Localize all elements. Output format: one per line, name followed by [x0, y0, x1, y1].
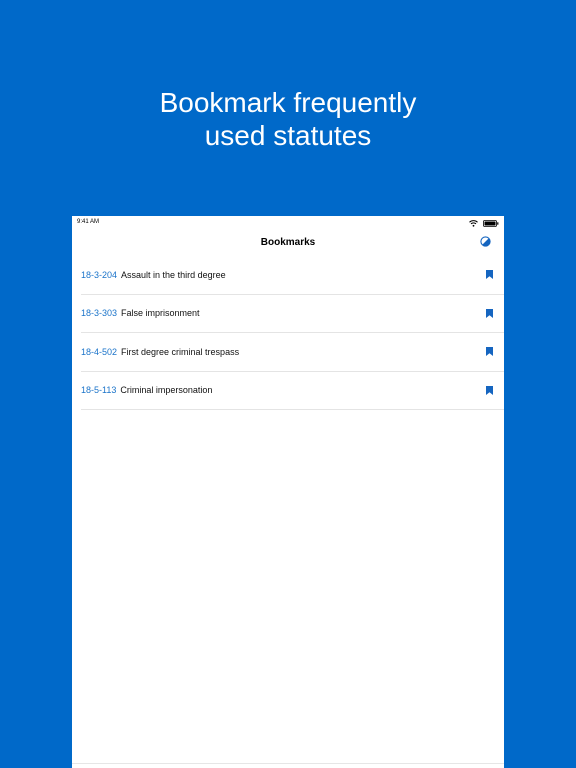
- contrast-icon: [480, 234, 491, 252]
- status-icons: [469, 218, 499, 228]
- device-screen: 9:41 AM Bookmarks 18-3-204 Assault in th…: [72, 216, 504, 768]
- bookmark-icon[interactable]: [485, 270, 493, 280]
- page-title: Bookmarks: [260, 237, 316, 248]
- statute-title: First degree criminal trespass: [121, 346, 240, 357]
- list-item[interactable]: 18-3-303 False imprisonment: [81, 295, 504, 333]
- statute-code: 18-3-204: [81, 269, 118, 280]
- bookmark-icon[interactable]: [485, 308, 493, 318]
- toolbar-divider: [72, 763, 504, 764]
- status-bar: 9:41 AM: [72, 216, 504, 230]
- statute-code: 18-4-502: [81, 346, 118, 357]
- theme-toggle-button[interactable]: [479, 234, 492, 252]
- statute-title: False imprisonment: [121, 308, 200, 319]
- statute-title: Criminal impersonation: [120, 385, 213, 396]
- bookmark-list: 18-3-204 Assault in the third degree 18-…: [81, 256, 504, 410]
- headline-line-2: used statutes: [204, 120, 372, 151]
- bookmark-icon[interactable]: [485, 385, 493, 395]
- list-item[interactable]: 18-4-502 First degree criminal trespass: [81, 333, 504, 372]
- statute-code: 18-3-303: [81, 308, 118, 319]
- list-item[interactable]: 18-5-113 Criminal impersonation: [81, 372, 504, 410]
- nav-bar: Bookmarks: [72, 230, 504, 256]
- headline-line-1: Bookmark frequently: [159, 87, 417, 118]
- promo-headline: Bookmark frequently used statutes: [0, 86, 576, 152]
- bookmark-icon[interactable]: [485, 347, 493, 357]
- statute-code: 18-5-113: [81, 385, 117, 396]
- status-time: 9:41 AM: [77, 219, 100, 225]
- statute-title: Assault in the third degree: [121, 269, 226, 280]
- list-item[interactable]: 18-3-204 Assault in the third degree: [81, 256, 504, 295]
